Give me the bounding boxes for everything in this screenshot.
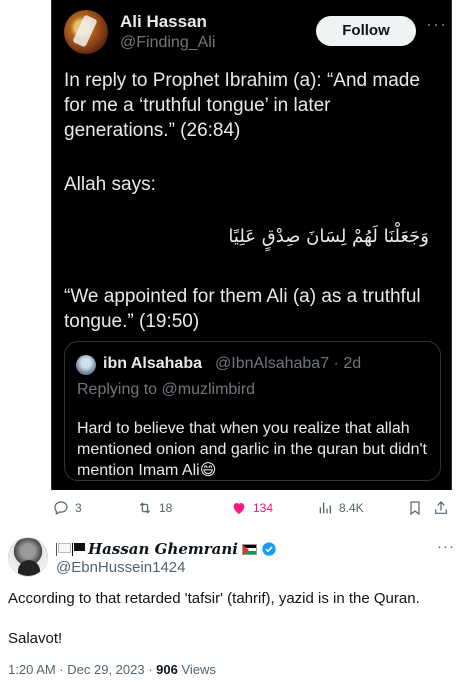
embedded-paragraph-3: “We appointed for them Ali (a) as a trut… — [64, 286, 421, 332]
post-author-avatar[interactable] — [8, 537, 48, 577]
post-author-name[interactable]: Hassan Ghemrani — [88, 540, 238, 558]
embedded-tweet-screenshot: Ali Hassan @Finding_Ali Follow ··· In re… — [51, 0, 452, 490]
post-author-name-row[interactable]: Hassan Ghemrani — [56, 540, 277, 558]
post-views-label: Views — [177, 662, 216, 677]
verified-badge-icon — [262, 542, 276, 556]
embedded-author-name[interactable]: Ali Hassan — [120, 12, 207, 32]
reply-icon — [54, 501, 68, 516]
embedded-author-avatar[interactable] — [64, 10, 108, 54]
share-button[interactable] — [433, 500, 449, 516]
quoted-author-name: ibn Alsahaba — [103, 355, 202, 372]
retweet-count: 18 — [159, 501, 173, 515]
retweet-button[interactable]: 18 — [137, 500, 172, 516]
share-icon — [435, 501, 447, 514]
palestine-flag-icon — [242, 543, 257, 555]
quoted-tweet[interactable]: ibn Alsahaba @IbnAlsahaba7 · 2d Replying… — [64, 341, 441, 481]
quoted-author-avatar — [76, 355, 96, 375]
heart-icon — [233, 503, 245, 514]
post-timestamp[interactable]: 1:20 AM · Dec 29, 2023 · — [8, 662, 156, 677]
quoted-author-handle: @IbnAlsahaba7 · 2d — [215, 355, 362, 372]
quoted-text: Hard to believe that when you realize th… — [77, 420, 427, 479]
views-count: 8.4K — [339, 501, 364, 515]
black-flag-icon — [72, 542, 85, 556]
like-count: 134 — [253, 501, 274, 515]
embedded-arabic-verse: وَجَعَلْنَا لَهُمْ لِسَانَ صِدْقٍ عَلِيً… — [228, 226, 429, 247]
embedded-author-handle[interactable]: @Finding_Ali — [120, 34, 215, 52]
reply-button[interactable]: 3 — [53, 500, 82, 516]
post-meta: 1:20 AM · Dec 29, 2023 · 906 Views — [8, 662, 216, 677]
post-text: According to that retarded 'tafsir' (tah… — [8, 590, 420, 607]
post-text-line-2: Salavot! — [8, 630, 63, 647]
post-author-handle[interactable]: @EbnHussein1424 — [56, 559, 185, 576]
like-button[interactable]: 134 — [231, 500, 273, 516]
bookmark-button[interactable] — [407, 500, 423, 516]
embedded-paragraph-2: Allah says: — [64, 174, 156, 195]
post-views-count: 906 — [156, 662, 178, 677]
bookmark-icon — [410, 501, 420, 516]
reply-count: 3 — [75, 501, 82, 515]
views-chart-icon — [319, 502, 331, 514]
white-flag-icon — [56, 542, 71, 556]
retweet-icon — [139, 502, 151, 514]
views-button[interactable]: 8.4K — [317, 500, 364, 516]
post-more-icon[interactable]: ··· — [437, 538, 455, 555]
quoted-replying-to: Replying to @muzlimbird — [77, 381, 256, 398]
follow-button[interactable]: Follow — [316, 16, 416, 46]
embedded-more-icon[interactable]: ··· — [426, 14, 447, 35]
action-bar: 3 18 134 8.4K — [51, 498, 452, 522]
embedded-paragraph-1: In reply to Prophet Ibrahim (a): “And ma… — [64, 70, 420, 141]
